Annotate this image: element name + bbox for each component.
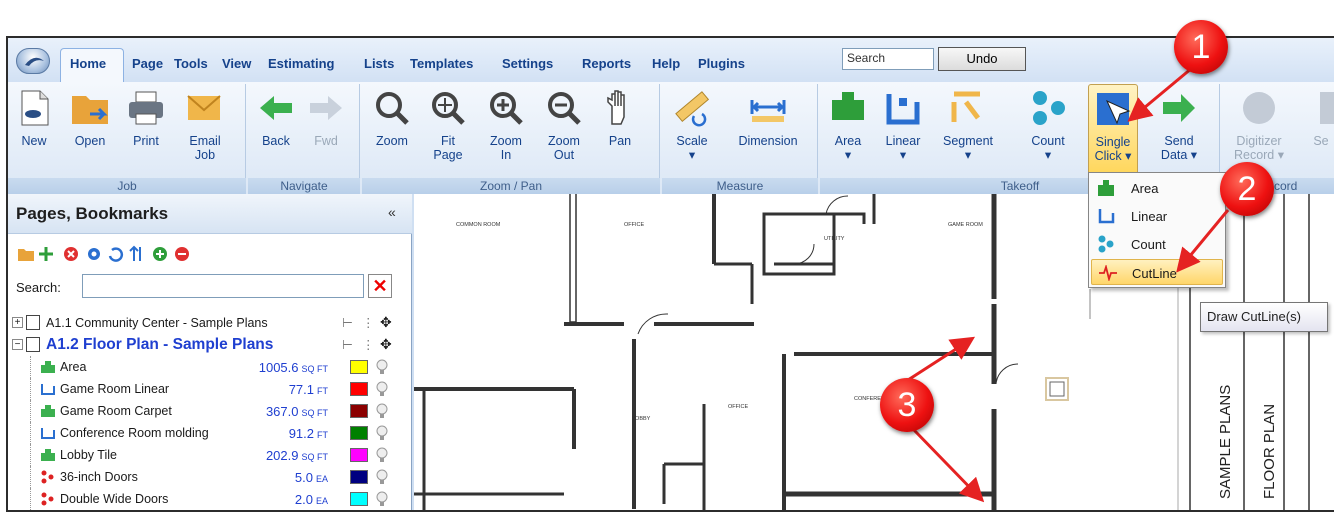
arrow-3b	[912, 428, 985, 503]
arrow-1	[1127, 66, 1193, 122]
callout-2: 2	[1220, 162, 1274, 216]
arrow-3a	[907, 336, 976, 382]
arrow-2	[1176, 209, 1230, 273]
callout-1: 1	[1174, 20, 1228, 74]
annotation-arrows	[907, 66, 1230, 503]
callout-3: 3	[880, 378, 934, 432]
